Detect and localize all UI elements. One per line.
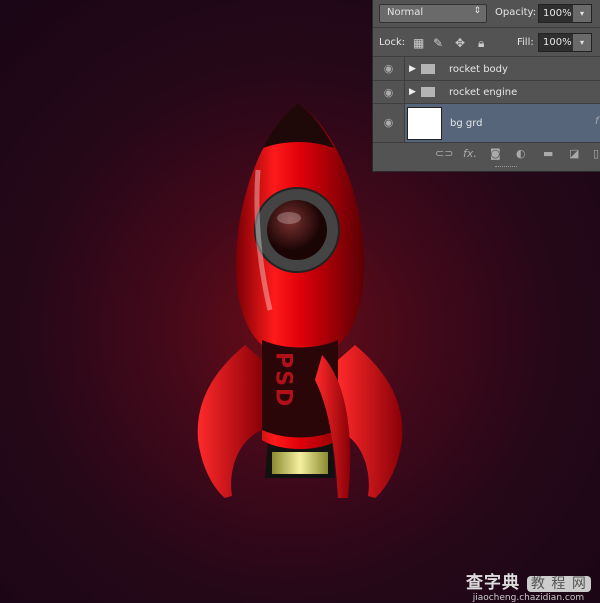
updown-icon: ⇕	[473, 6, 481, 16]
psd-text: PSD	[271, 352, 296, 408]
chevron-down-icon[interactable]: ▾	[573, 5, 591, 22]
lock-all-icon[interactable]: 🔒︎	[478, 36, 484, 51]
layer-name: rocket engine	[449, 87, 518, 98]
mask-icon[interactable]: ◙	[490, 147, 501, 160]
new-layer-icon[interactable]: ◪	[569, 147, 579, 160]
lock-position-icon[interactable]: ✥	[455, 36, 465, 50]
nose-cone	[263, 103, 334, 148]
trash-icon[interactable]: ▯	[593, 147, 599, 160]
lock-transparency-icon[interactable]: ▦	[413, 36, 424, 50]
link-icon[interactable]: ⊂⊃	[435, 147, 453, 160]
layers-panel: Normal ⇕ Opacity: 100% ▾ Lock: ▦ ✎ ✥ 🔒︎ Fi…	[372, 0, 600, 172]
layer-row[interactable]: ◉ ▶ rocket engine	[373, 81, 600, 104]
watermark-badge: 教 程 网	[526, 576, 591, 592]
chevron-down-icon[interactable]: ▾	[573, 34, 591, 51]
fill-label: Fill:	[517, 37, 534, 48]
fill-field[interactable]: 100% ▾	[538, 33, 592, 52]
layer-name: rocket body	[449, 64, 508, 75]
expand-triangle-icon[interactable]: ▶	[409, 87, 416, 97]
layer-row[interactable]: ◉ ▶ rocket body	[373, 57, 600, 81]
layer-name: bg grd	[450, 118, 483, 129]
left-fin	[197, 345, 262, 498]
watermark: 查字典 教 程 网 jiaocheng.chazidian.com	[466, 568, 591, 603]
blend-mode-value: Normal	[387, 7, 424, 18]
adjustment-icon[interactable]: ◐	[516, 147, 526, 160]
opacity-label: Opacity:	[495, 7, 537, 18]
watermark-chinese: 查字典	[466, 573, 520, 593]
porthole-window	[267, 200, 327, 260]
resize-grip[interactable]	[495, 166, 517, 169]
blend-mode-select[interactable]: Normal ⇕	[379, 4, 487, 23]
folder-icon	[421, 64, 435, 74]
layer-thumbnail	[407, 107, 442, 140]
opacity-value: 100%	[543, 8, 572, 19]
eye-icon[interactable]: ◉	[373, 57, 405, 80]
fx-indicator[interactable]: f	[595, 116, 599, 127]
folder-icon[interactable]: ▬	[543, 147, 553, 160]
watermark-url: jiaocheng.chazidian.com	[472, 593, 585, 603]
fx-icon[interactable]: fx.	[463, 147, 477, 160]
eye-icon[interactable]: ◉	[373, 81, 405, 103]
expand-triangle-icon[interactable]: ▶	[409, 64, 416, 74]
lock-label: Lock:	[379, 37, 406, 48]
layers-toolbar: ⊂⊃ fx. ◙ ◐ ▬ ◪ ▯	[373, 143, 600, 165]
folder-icon	[421, 87, 435, 97]
nozzle-glow	[272, 452, 328, 474]
eye-icon[interactable]: ◉	[373, 104, 405, 142]
lock-paint-icon[interactable]: ✎	[433, 36, 443, 50]
layer-row-selected[interactable]: ◉ bg grd f	[373, 104, 600, 143]
fill-value: 100%	[543, 37, 572, 48]
opacity-field[interactable]: 100% ▾	[538, 4, 592, 23]
